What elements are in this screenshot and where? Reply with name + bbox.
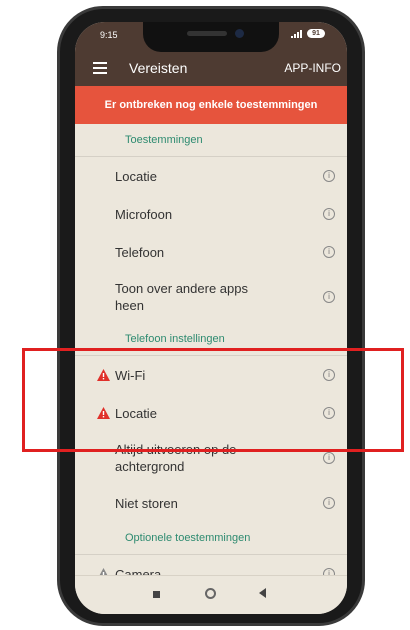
info-icon[interactable]: i	[323, 208, 335, 220]
list-item-locatie[interactable]: Locatie i	[75, 157, 347, 195]
section-header-toestemmingen: Toestemmingen	[75, 124, 347, 157]
list-item-niet-storen[interactable]: Niet storen i	[75, 484, 347, 522]
info-icon[interactable]: i	[323, 452, 335, 464]
list-item-label: Toon over andere apps heen	[115, 281, 248, 313]
list-item-background[interactable]: Altijd uitvoeren op de achtergrond i	[75, 432, 347, 484]
recents-icon[interactable]	[153, 591, 160, 598]
screen: 9:15 91 Vereisten APP-INFO Er ontbreken …	[75, 22, 347, 614]
app-bar: Vereisten APP-INFO	[75, 50, 347, 86]
list-item-label: Telefoon	[115, 244, 165, 260]
warning-icon	[97, 407, 110, 419]
menu-icon[interactable]	[93, 62, 107, 74]
info-icon[interactable]: i	[323, 407, 335, 419]
signal-icon	[291, 29, 302, 38]
info-icon[interactable]: i	[323, 246, 335, 258]
info-icon[interactable]: i	[323, 291, 335, 303]
back-icon[interactable]	[259, 588, 266, 598]
phone-frame: 9:15 91 Vereisten APP-INFO Er ontbreken …	[57, 6, 365, 626]
notch	[143, 22, 279, 52]
list-item-wifi[interactable]: Wi-Fi i	[75, 356, 347, 394]
requirements-list: Toestemmingen Locatie i Microfoon i Tele…	[75, 124, 347, 593]
warning-icon	[97, 369, 110, 381]
list-item-label: Locatie	[115, 168, 157, 184]
list-item-label: Wi-Fi	[115, 367, 146, 383]
list-item-label: Microfoon	[115, 206, 173, 222]
info-icon[interactable]: i	[323, 497, 335, 509]
speaker	[187, 31, 227, 36]
battery-icon: 91	[307, 29, 325, 38]
info-icon[interactable]: i	[323, 369, 335, 381]
section-header-optionele: Optionele toestemmingen	[75, 522, 347, 555]
info-icon[interactable]: i	[323, 170, 335, 182]
list-item-locatie-setting[interactable]: Locatie i	[75, 394, 347, 432]
list-item-telefoon[interactable]: Telefoon i	[75, 233, 347, 271]
app-info-button[interactable]: APP-INFO	[284, 61, 341, 75]
list-item-overlay[interactable]: Toon over andere apps heen i	[75, 271, 347, 323]
front-camera	[235, 29, 244, 38]
section-header-telefoon-instellingen: Telefoon instellingen	[75, 323, 347, 356]
missing-permissions-banner: Er ontbreken nog enkele toestemmingen	[75, 86, 347, 124]
list-item-label: Altijd uitvoeren op de achtergrond	[115, 442, 237, 474]
page-title: Vereisten	[129, 60, 188, 76]
navigation-bar	[75, 575, 347, 614]
list-item-label: Niet storen	[115, 495, 178, 511]
status-icons: 91	[291, 29, 325, 38]
status-time: 9:15	[100, 30, 118, 40]
list-item-label: Locatie	[115, 405, 157, 421]
home-icon[interactable]	[205, 588, 216, 599]
list-item-microfoon[interactable]: Microfoon i	[75, 195, 347, 233]
